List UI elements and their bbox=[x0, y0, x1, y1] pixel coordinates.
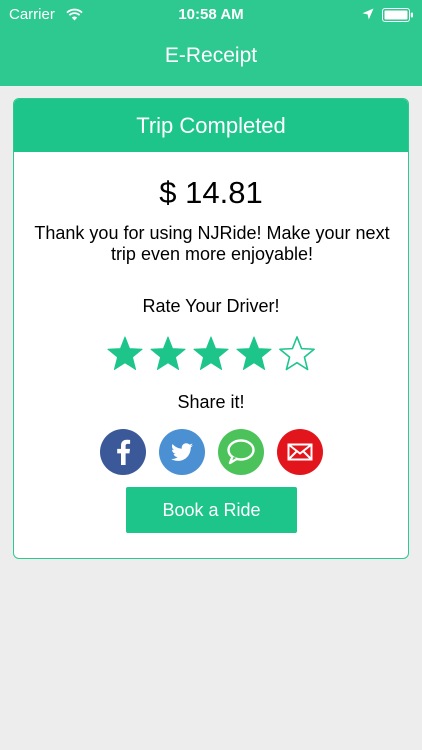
driver-rating[interactable] bbox=[14, 335, 408, 373]
thank-you-message: Thank you for using NJRide! Make your ne… bbox=[34, 223, 390, 264]
trip-completed-header: Trip Completed bbox=[14, 99, 408, 152]
star-filled-icon[interactable] bbox=[106, 335, 144, 373]
status-bar: Carrier 10:58 AM bbox=[0, 0, 422, 30]
app-header: Carrier 10:58 AM E-Receipt bbox=[0, 0, 422, 86]
rate-driver-label: Rate Your Driver! bbox=[142, 296, 280, 316]
share-label: Share it! bbox=[177, 392, 245, 412]
location-arrow-icon bbox=[362, 8, 374, 20]
email-icon bbox=[287, 443, 312, 461]
facebook-icon bbox=[116, 439, 130, 465]
book-a-ride-button[interactable]: Book a Ride bbox=[126, 487, 297, 533]
twitter-icon bbox=[170, 443, 193, 461]
receipt-card: Trip Completed $ 14.81 Thank you for usi… bbox=[13, 98, 409, 559]
twitter-share-button[interactable] bbox=[158, 429, 205, 475]
star-filled-icon[interactable] bbox=[235, 335, 273, 373]
page-title: E-Receipt bbox=[164, 44, 258, 67]
star-filled-icon[interactable] bbox=[192, 335, 230, 373]
star-empty-icon[interactable] bbox=[278, 335, 316, 373]
status-time: 10:58 AM bbox=[178, 6, 244, 23]
star-filled-icon[interactable] bbox=[149, 335, 187, 373]
email-share-button[interactable] bbox=[276, 429, 323, 475]
message-share-button[interactable] bbox=[217, 429, 264, 475]
battery-icon bbox=[382, 8, 413, 22]
fare-amount: $ 14.81 bbox=[159, 175, 263, 210]
message-icon bbox=[226, 439, 255, 465]
share-options bbox=[14, 429, 408, 475]
facebook-share-button[interactable] bbox=[99, 429, 146, 475]
